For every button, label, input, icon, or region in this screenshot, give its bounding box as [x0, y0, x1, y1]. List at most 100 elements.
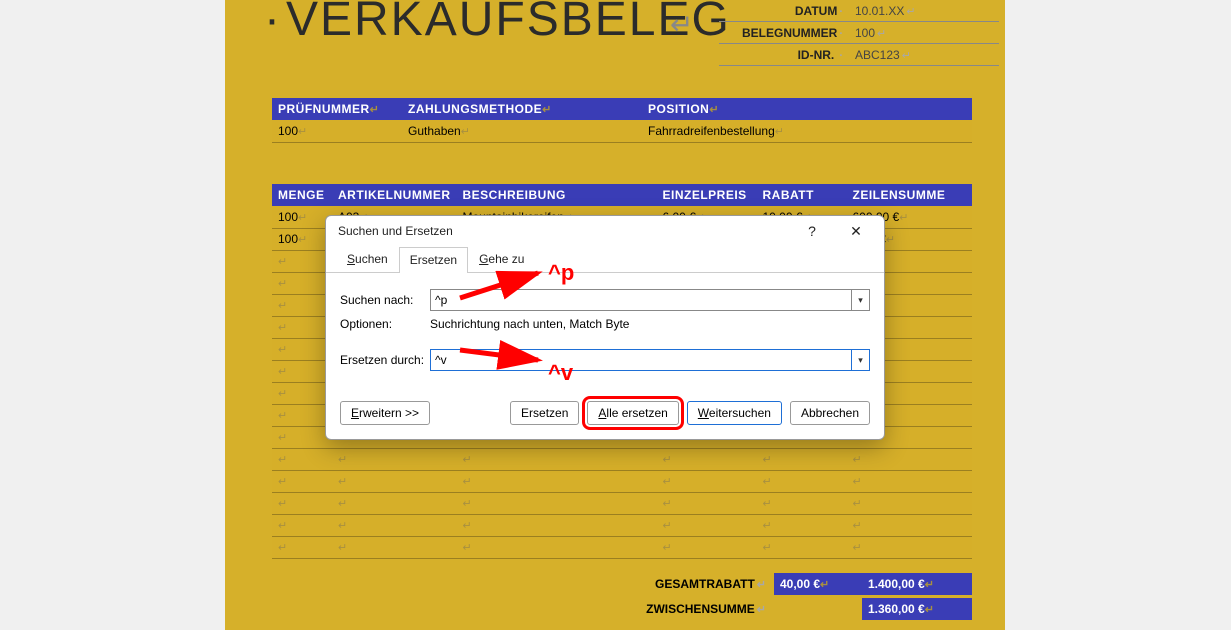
replace-input[interactable] — [431, 350, 851, 370]
beleg-label: BELEGNUMMER — [742, 26, 837, 40]
table-cell: ↵ — [847, 536, 973, 558]
th-zahlungsmethode: ZAHLUNGSMETHODE — [408, 102, 542, 116]
chevron-down-icon: ▾ — [858, 295, 863, 306]
td-zahlungsmethode: Guthaben — [408, 124, 461, 138]
table-cell: ↵ — [657, 470, 757, 492]
table-cell: ↵ — [272, 338, 332, 360]
table-cell: ↵ — [757, 536, 847, 558]
gesamtrabatt-a: 40,00 € — [780, 577, 820, 591]
find-input[interactable] — [431, 290, 851, 310]
table-row: ↵↵↵↵↵↵ — [272, 514, 972, 536]
total-rabatt-row: GESAMTRABATT↵ 40,00 €↵ 1.400,00 €↵ — [272, 573, 972, 595]
th-beschreibung: BESCHREIBUNG — [463, 188, 566, 202]
gesamtrabatt-label: GESAMTRABATT — [655, 577, 755, 591]
table-cell: ↵ — [657, 514, 757, 536]
table-cell: ↵ — [757, 448, 847, 470]
chevron-down-icon: ▾ — [858, 355, 863, 366]
table-cell: ↵ — [272, 426, 332, 448]
table-cell: ↵ — [457, 470, 657, 492]
replace-dropdown-button[interactable]: ▾ — [851, 350, 869, 370]
table-cell: ↵ — [272, 382, 332, 404]
td-pruefnummer: 100 — [278, 124, 298, 138]
table-cell: ↵ — [332, 536, 457, 558]
id-label: ID-NR. — [798, 48, 835, 62]
find-next-button[interactable]: Weitersuchen — [687, 401, 782, 425]
table-cell: ↵ — [272, 272, 332, 294]
table-cell: ↵ — [272, 536, 332, 558]
table-cell: ↵ — [847, 492, 973, 514]
tab-replace[interactable]: Ersetzen — [399, 247, 468, 273]
table-cell: ↵ — [457, 448, 657, 470]
table-cell: ↵ — [332, 492, 457, 514]
table-cell: 100↵ — [272, 206, 332, 228]
table-cell: ↵ — [272, 470, 332, 492]
options-value: Suchrichtung nach unten, Match Byte — [430, 317, 629, 331]
page-title: VERKAUFSBELEG — [264, 0, 731, 47]
table-cell: ↵ — [657, 492, 757, 514]
replace-label: Ersetzen durch: — [340, 353, 430, 367]
table-cell: ↵ — [847, 470, 973, 492]
expand-button[interactable]: Erweitern >> — [340, 401, 430, 425]
table-cell: ↵ — [657, 448, 757, 470]
help-button[interactable]: ? — [790, 216, 834, 246]
zwischensumme-b: 1.360,00 € — [868, 602, 925, 616]
th-pruefnummer: PRÜFNUMMER — [278, 102, 370, 116]
table-cell: ↵ — [332, 470, 457, 492]
table-cell: ↵ — [757, 492, 847, 514]
th-einzelpreis: EINZELPREIS — [663, 188, 747, 202]
th-menge: MENGE — [278, 188, 325, 202]
replace-input-wrapper: ▾ — [430, 349, 870, 371]
table-cell: ↵ — [457, 514, 657, 536]
zwischensumme-label: ZWISCHENSUMME — [646, 602, 755, 616]
tab-goto[interactable]: Gehe zu — [468, 246, 535, 272]
th-zeilensumme: ZEILENSUMME — [853, 188, 946, 202]
find-label: Suchen nach: — [340, 293, 430, 307]
beleg-value: 100 — [855, 26, 875, 40]
table-row: ↵↵↵↵↵↵ — [272, 492, 972, 514]
table-row: ↵↵↵↵↵↵ — [272, 448, 972, 470]
replace-all-button[interactable]: Alle ersetzen — [587, 401, 678, 425]
header-metadata: DATUM· 10.01.XX↵ BELEGNUMMER· 100↵ ID-NR… — [719, 0, 999, 66]
dialog-tabs: Suchen Ersetzen Gehe zu — [326, 246, 884, 273]
th-position: POSITION — [648, 102, 709, 116]
table-cell: ↵ — [657, 536, 757, 558]
gesamtrabatt-b: 1.400,00 € — [868, 577, 925, 591]
dialog-title: Suchen und Ersetzen — [338, 224, 790, 238]
table-cell: ↵ — [847, 514, 973, 536]
table-cell: ↵ — [272, 294, 332, 316]
table-cell: ↵ — [457, 536, 657, 558]
replace-button[interactable]: Ersetzen — [510, 401, 579, 425]
table-cell: ↵ — [272, 514, 332, 536]
table-cell: 100↵ — [272, 228, 332, 250]
table-row: ↵↵↵↵↵↵ — [272, 470, 972, 492]
table-cell: ↵ — [332, 448, 457, 470]
table-cell: ↵ — [332, 514, 457, 536]
table-cell: ↵ — [272, 250, 332, 272]
table-cell: ↵ — [757, 514, 847, 536]
th-rabatt: RABATT — [763, 188, 814, 202]
table-cell: ↵ — [272, 316, 332, 338]
close-button[interactable]: ✕ — [834, 216, 878, 246]
table-cell: ↵ — [272, 404, 332, 426]
table-cell: ↵ — [272, 360, 332, 382]
datum-value: 10.01.XX — [855, 4, 904, 18]
close-icon: ✕ — [850, 223, 862, 240]
find-input-wrapper: ▾ — [430, 289, 870, 311]
find-dropdown-button[interactable]: ▾ — [851, 290, 869, 310]
th-artikelnummer: ARTIKELNUMMER — [338, 188, 451, 202]
table-row: ↵↵↵↵↵↵ — [272, 536, 972, 558]
find-replace-dialog: Suchen und Ersetzen ? ✕ Suchen Ersetzen … — [325, 215, 885, 440]
options-label: Optionen: — [340, 317, 430, 331]
return-glyph-icon: ↵ — [670, 8, 693, 41]
table-cell: ↵ — [272, 492, 332, 514]
table-cell: ↵ — [847, 448, 973, 470]
cancel-button[interactable]: Abbrechen — [790, 401, 870, 425]
id-value: ABC123 — [855, 48, 900, 62]
table-cell: ↵ — [757, 470, 847, 492]
tab-search[interactable]: Suchen — [336, 246, 399, 272]
table-cell: ↵ — [457, 492, 657, 514]
total-zwischen-row: ZWISCHENSUMME↵ 1.360,00 €↵ — [272, 598, 972, 620]
payment-table: PRÜFNUMMER↵ ZAHLUNGSMETHODE↵ POSITION↵ 1… — [272, 98, 972, 143]
td-position: Fahrradreifenbestellung — [648, 124, 775, 138]
datum-label: DATUM — [795, 4, 837, 18]
